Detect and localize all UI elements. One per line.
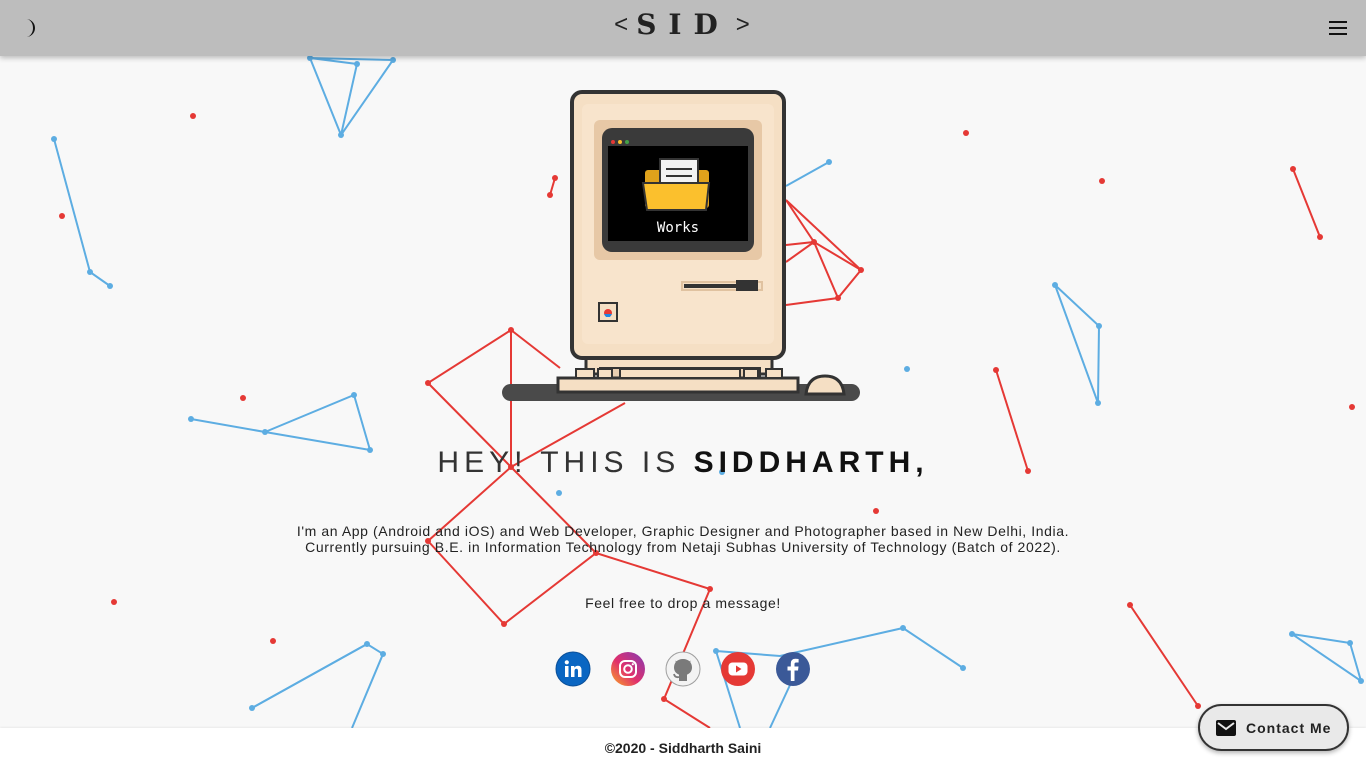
contact-me-button[interactable]: Contact Me <box>1198 704 1349 751</box>
description-line-1: I'm an App (Android and iOS) and Web Dev… <box>296 523 1070 539</box>
instagram-icon[interactable] <box>610 651 646 687</box>
logo-right-bracket: > <box>735 11 752 38</box>
drop-message-text: Feel free to drop a message! <box>585 595 781 611</box>
hero-title: HEY! THIS IS SIDDHARTH, <box>0 446 1366 480</box>
top-bar: < SID > <box>0 0 1366 56</box>
retro-computer-illustration[interactable]: Works <box>500 88 864 408</box>
logo-left-bracket: < <box>614 11 631 38</box>
facebook-icon[interactable] <box>775 651 811 687</box>
screen-label: Works <box>657 220 699 236</box>
github-icon[interactable] <box>665 651 701 687</box>
contact-me-label: Contact Me <box>1246 719 1332 736</box>
description-line-2: Currently pursuing B.E. in Information T… <box>305 539 1061 555</box>
mail-icon <box>1216 719 1236 736</box>
hamburger-menu-icon[interactable] <box>1324 16 1352 40</box>
linkedin-icon[interactable] <box>555 651 591 687</box>
site-logo[interactable]: < SID > <box>0 8 1366 41</box>
hero-title-greeting: HEY! THIS IS <box>437 446 694 479</box>
hero-description: I'm an App (Android and iOS) and Web Dev… <box>0 523 1366 555</box>
social-links <box>0 651 1366 687</box>
youtube-icon[interactable] <box>720 651 756 687</box>
footer: ©2020 - Siddharth Saini <box>0 728 1366 768</box>
footer-copyright: ©2020 - Siddharth Saini <box>604 740 762 756</box>
hero-title-name: SIDDHARTH, <box>693 446 929 479</box>
logo-name: SID <box>636 8 730 41</box>
